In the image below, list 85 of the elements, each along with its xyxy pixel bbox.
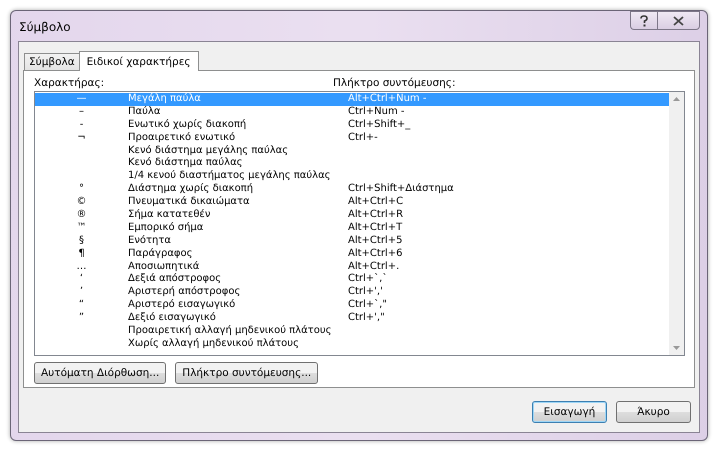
list-row[interactable]: ¶ Παράγραφος Alt+Ctrl+6: [35, 248, 669, 261]
character-glyph: ™: [76, 222, 86, 233]
character-name: Πνευματικά δικαιώματα: [128, 196, 250, 208]
panel-button[interactable]: Αυτόματη Διόρθωση...: [34, 362, 166, 384]
scroll-up-icon[interactable]: [673, 97, 680, 101]
list-row[interactable]: ” Δεξιό εισαγωγικό Ctrl+',": [35, 312, 669, 326]
window-title: Σύμβολο: [19, 20, 71, 34]
list-row[interactable]: Κενό διάστημα μεγάλης παύλας: [35, 144, 669, 158]
list-row[interactable]: ‘ Δεξιά απόστροφος Ctrl+`,`: [35, 273, 669, 286]
character-name: Προαιρετική αλλαγή μηδενικού πλάτους: [128, 325, 332, 336]
help-icon: [639, 14, 649, 26]
character-glyph: ”: [78, 312, 84, 324]
character-glyph: ’: [80, 286, 84, 298]
list-row[interactable]: § Ενότητα Alt+Ctrl+5: [35, 234, 669, 248]
character-glyph: ¬: [77, 132, 86, 143]
list-row[interactable]: ™ Εμπορικό σήμα Alt+Ctrl+T: [35, 222, 669, 235]
shortcut-text: Ctrl+Shift+Διάστημα: [348, 183, 454, 194]
character-name: Κενό διάστημα παύλας: [128, 157, 243, 168]
list-row[interactable]: - Ενωτικό χωρίς διακοπή Ctrl+Shift+_: [35, 118, 669, 132]
character-name: Κενό διάστημα μεγάλης παύλας: [128, 144, 288, 156]
tab[interactable]: Σύμβολα: [24, 53, 80, 70]
character-name: Εμπορικό σήμα: [128, 222, 204, 233]
list-row[interactable]: … Αποσιωπητικά Alt+Ctrl+.: [35, 260, 669, 274]
character-glyph: “: [78, 299, 84, 310]
tab[interactable]: Ειδικοί χαρακτήρες: [78, 51, 199, 71]
scroll-down-icon[interactable]: [673, 346, 680, 350]
list-row[interactable]: ° Διάστημα χωρίς διακοπή Ctrl+Shift+Διάστημα: [35, 183, 669, 196]
list-row[interactable]: ® Σήμα κατατεθέν Alt+Ctrl+R: [35, 209, 669, 222]
character-name: Δεξιά απόστροφος: [128, 273, 222, 284]
character-glyph: ®: [76, 209, 86, 220]
shortcut-text: Alt+Ctrl+Num -: [348, 93, 426, 104]
character-name: Προαιρετικό ενωτικό: [128, 132, 236, 143]
character-glyph: —: [76, 93, 86, 104]
character-name: Αριστερό εισαγωγικό: [128, 299, 236, 310]
shortcut-text: Ctrl+Num -: [348, 106, 405, 117]
scrollbar[interactable]: [669, 92, 684, 355]
character-glyph: ©: [76, 196, 86, 208]
shortcut-text: Ctrl+`,": [348, 299, 387, 310]
character-name: Σήμα κατατεθέν: [128, 209, 210, 220]
list-row[interactable]: ’ Αριστερή απόστροφος Ctrl+',': [35, 286, 669, 300]
character-name: Παύλα: [128, 106, 160, 117]
shortcut-text: Alt+Ctrl+R: [348, 209, 404, 220]
dialog-button[interactable]: Άκυρο: [616, 401, 691, 423]
character-glyph: -: [80, 118, 84, 130]
close-icon: [673, 16, 684, 26]
character-name: Διάστημα χωρίς διακοπή: [128, 183, 254, 194]
help-button[interactable]: [630, 11, 657, 30]
character-glyph: –: [79, 106, 84, 117]
character-name: Δεξιό εισαγωγικό: [128, 312, 216, 324]
shortcut-text: Alt+Ctrl+T: [348, 222, 402, 233]
shortcut-text: Ctrl+-: [348, 132, 378, 143]
panel-button[interactable]: Πλήκτρο συντόμευσης...: [175, 362, 318, 384]
shortcut-text: Alt+Ctrl+C: [348, 196, 404, 208]
character-name: Ενότητα: [128, 234, 171, 246]
shortcut-text: Ctrl+Shift+_: [348, 118, 410, 130]
shortcut-text: Alt+Ctrl+5: [348, 234, 402, 246]
shortcut-text: Alt+Ctrl+6: [348, 248, 402, 259]
list-row[interactable]: – Παύλα Ctrl+Num -: [35, 106, 669, 119]
close-button[interactable]: [657, 11, 700, 30]
character-name: Παράγραφος: [128, 248, 192, 259]
shortcut-text: Alt+Ctrl+.: [348, 260, 400, 272]
list-row[interactable]: 1/4 κενού διαστήματος μεγάλης παύλας: [35, 170, 669, 184]
character-name: Ενωτικό χωρίς διακοπή: [128, 118, 246, 130]
character-glyph: ‘: [80, 273, 84, 284]
column-header: Πλήκτρο συντόμευσης:: [333, 77, 456, 89]
list-row[interactable]: © Πνευματικά δικαιώματα Alt+Ctrl+C: [35, 196, 669, 210]
list-row[interactable]: Χωρίς αλλαγή μηδενικού πλάτους: [35, 338, 669, 351]
shortcut-text: Ctrl+',': [348, 286, 383, 298]
dialog-button[interactable]: Εισαγωγή: [532, 401, 607, 423]
character-name: Αποσιωπητικά: [128, 260, 200, 272]
character-glyph: ¶: [78, 248, 85, 259]
column-header: Χαρακτήρας:: [34, 77, 106, 89]
list-row[interactable]: Προαιρετική αλλαγή μηδενικού πλάτους: [35, 325, 669, 338]
character-name: Χωρίς αλλαγή μηδενικού πλάτους: [128, 338, 299, 349]
list-row[interactable]: “ Αριστερό εισαγωγικό Ctrl+`,": [35, 299, 669, 312]
character-name: Μεγάλη παύλα: [128, 93, 201, 104]
shortcut-text: Ctrl+',": [348, 312, 385, 324]
list-row[interactable]: ¬ Προαιρετικό ενωτικό Ctrl+-: [35, 132, 669, 145]
character-name: 1/4 κενού διαστήματος μεγάλης παύλας: [128, 170, 331, 182]
character-glyph: …: [76, 260, 86, 272]
character-glyph: °: [79, 183, 84, 194]
character-name: Αριστερή απόστροφος: [128, 286, 240, 298]
character-glyph: §: [79, 234, 84, 246]
list-row[interactable]: Κενό διάστημα παύλας: [35, 157, 669, 170]
shortcut-text: Ctrl+`,`: [348, 273, 388, 284]
